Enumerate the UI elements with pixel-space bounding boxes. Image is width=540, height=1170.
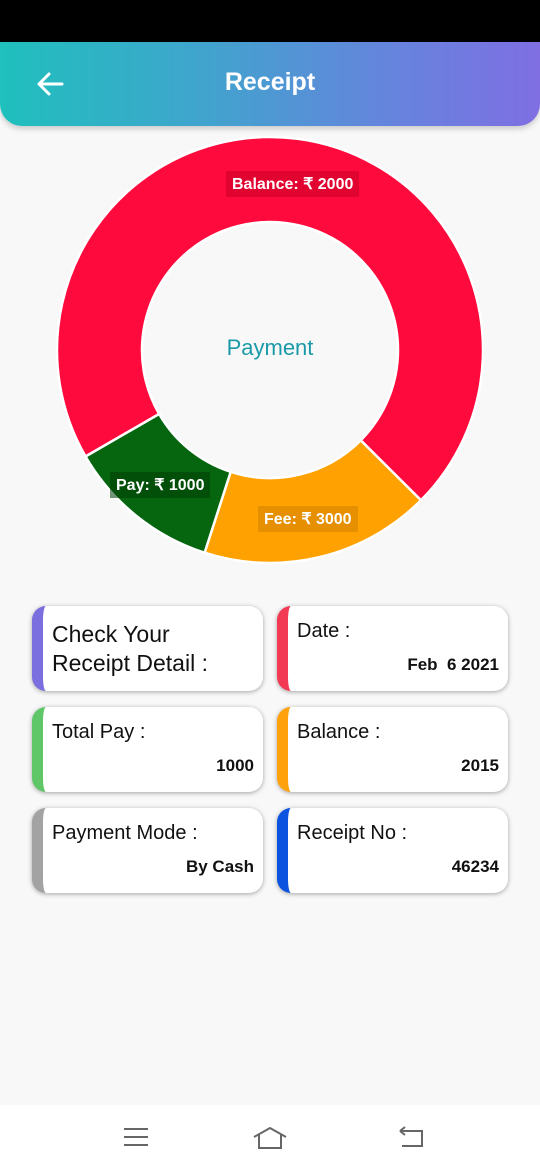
total-pay-card: Total Pay : 1000 [32, 707, 263, 792]
date-label: Date : [297, 620, 351, 642]
slice-label-pay: Pay: ₹ 1000 [110, 472, 211, 498]
app-bar: Receipt [0, 42, 540, 126]
intro-line-2: Receipt Detail : [52, 650, 208, 676]
date-value: Feb 6 2021 [407, 655, 499, 674]
status-bar [0, 0, 540, 42]
date-card: Date : Feb 6 2021 [277, 606, 508, 691]
intro-line-1: Check Your [52, 621, 170, 647]
system-nav-bar [0, 1105, 540, 1170]
balance-label: Balance : [297, 721, 381, 743]
receipt-no-label: Receipt No : [297, 822, 408, 844]
home-icon[interactable] [252, 1125, 288, 1151]
back-icon[interactable] [396, 1125, 426, 1149]
payment-mode-label: Payment Mode : [52, 822, 198, 844]
chart-center-label: Payment [226, 335, 314, 360]
total-pay-label: Total Pay : [52, 721, 146, 743]
balance-card: Balance : 2015 [277, 707, 508, 792]
menu-icon[interactable] [122, 1125, 150, 1149]
receipt-no-value: 46234 [451, 857, 499, 876]
receipt-no-card: Receipt No : 46234 [277, 808, 508, 893]
total-pay-value: 1000 [216, 756, 254, 775]
slice-label-fee: Fee: ₹ 3000 [258, 506, 358, 532]
payment-mode-card: Payment Mode : By Cash [32, 808, 263, 893]
payment-mode-value: By Cash [185, 857, 254, 876]
page-title: Receipt [224, 68, 316, 96]
balance-value: 2015 [461, 756, 499, 775]
slice-label-balance: Balance: ₹ 2000 [226, 171, 360, 197]
receipt-intro-card: Check Your Receipt Detail : [32, 606, 263, 691]
